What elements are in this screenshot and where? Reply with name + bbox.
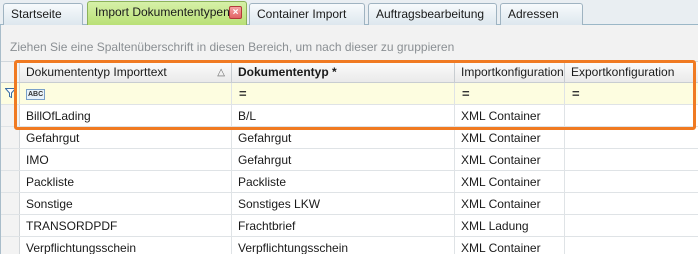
row-indicator[interactable] xyxy=(1,215,20,236)
table-cell[interactable]: BillOfLading xyxy=(20,105,232,126)
table-cell[interactable]: Verpflichtungsschein xyxy=(20,237,232,254)
table-cell[interactable]: Packliste xyxy=(20,171,232,192)
row-indicator[interactable] xyxy=(1,171,20,192)
table-row[interactable]: Verpflichtungsschein Verpflichtungsschei… xyxy=(1,237,698,254)
row-indicator[interactable] xyxy=(1,149,20,170)
tab-adressen[interactable]: Adressen xyxy=(500,3,583,25)
column-header-exportkonfiguration[interactable]: Exportkonfiguration xyxy=(565,62,698,82)
table-cell[interactable]: Sonstige xyxy=(20,193,232,214)
column-header-label: Exportkonfiguration xyxy=(571,65,675,79)
table-cell[interactable]: IMO xyxy=(20,149,232,170)
column-header-importtext[interactable]: Dokumententyp Importtext △ xyxy=(20,62,232,82)
table-cell[interactable] xyxy=(565,127,698,148)
row-indicator[interactable] xyxy=(1,237,20,254)
table-cell[interactable]: XML Ladung xyxy=(455,215,565,236)
table-row[interactable]: IMO Gefahrgut XML Container xyxy=(1,149,698,171)
filter-row: ABC = = = xyxy=(1,83,698,105)
content-area: Ziehen Sie eine Spaltenüberschrift in di… xyxy=(0,25,698,254)
row-indicator[interactable] xyxy=(1,193,20,214)
column-header-importkonfiguration[interactable]: Importkonfiguration xyxy=(455,62,565,82)
grid-header-row: Dokumententyp Importtext △ Dokumententyp… xyxy=(1,62,698,83)
column-header-dokumententyp[interactable]: Dokumententyp * xyxy=(232,62,455,82)
filter-icon xyxy=(5,88,16,98)
sort-ascending-icon: △ xyxy=(217,67,225,78)
table-cell[interactable]: Gefahrgut xyxy=(20,127,232,148)
table-cell[interactable]: Packliste xyxy=(232,171,455,192)
table-cell[interactable] xyxy=(565,237,698,254)
table-cell[interactable]: XML Container xyxy=(455,193,565,214)
table-cell[interactable]: XML Container xyxy=(455,149,565,170)
table-cell[interactable] xyxy=(565,149,698,170)
data-grid: Dokumententyp Importtext △ Dokumententyp… xyxy=(1,62,698,254)
equals-icon[interactable]: = xyxy=(572,87,580,100)
table-cell[interactable]: Verpflichtungsschein xyxy=(232,237,455,254)
equals-icon[interactable]: = xyxy=(462,87,470,100)
group-by-hint: Ziehen Sie eine Spaltenüberschrift in di… xyxy=(10,40,455,54)
table-cell[interactable]: B/L xyxy=(232,105,455,126)
table-row[interactable]: Gefahrgut Gefahrgut XML Container xyxy=(1,127,698,149)
group-by-panel[interactable]: Ziehen Sie eine Spaltenüberschrift in di… xyxy=(1,25,698,62)
table-row[interactable]: Sonstige Sonstiges LKW XML Container xyxy=(1,193,698,215)
tab-label: Import Dokumententypen xyxy=(95,5,230,19)
table-cell[interactable]: XML Container xyxy=(455,105,565,126)
tab-label: Auftragsbearbeitung xyxy=(376,7,485,21)
table-cell[interactable] xyxy=(565,215,698,236)
table-cell[interactable]: Gefahrgut xyxy=(232,127,455,148)
close-icon[interactable]: × xyxy=(229,6,242,19)
filter-cell-importkonfiguration[interactable]: = xyxy=(455,83,565,104)
filter-cell-dokumententyp[interactable]: = xyxy=(232,83,455,104)
table-cell[interactable]: XML Container xyxy=(455,171,565,192)
header-indicator xyxy=(1,62,20,82)
table-cell[interactable]: Gefahrgut xyxy=(232,149,455,170)
table-row[interactable]: BillOfLading B/L XML Container xyxy=(1,105,698,127)
tab-auftragsbearbeitung[interactable]: Auftragsbearbeitung xyxy=(368,3,497,25)
tab-import-dokumententypen[interactable]: Import Dokumententypen × xyxy=(87,1,247,26)
table-cell[interactable]: TRANSORDPDF xyxy=(20,215,232,236)
table-cell[interactable] xyxy=(565,105,698,126)
table-cell[interactable]: Sonstiges LKW xyxy=(232,193,455,214)
tab-startseite[interactable]: Startseite xyxy=(3,3,83,25)
table-row[interactable]: TRANSORDPDF Frachtbrief XML Ladung xyxy=(1,215,698,237)
tab-strip: Startseite Import Dokumententypen × Cont… xyxy=(0,0,698,26)
tab-label: Startseite xyxy=(11,7,62,21)
filter-cell-exportkonfiguration[interactable]: = xyxy=(565,83,698,104)
table-cell[interactable]: XML Container xyxy=(455,127,565,148)
equals-icon[interactable]: = xyxy=(239,87,247,100)
row-indicator[interactable] xyxy=(1,105,20,126)
table-row[interactable]: Packliste Packliste XML Container xyxy=(1,171,698,193)
table-cell[interactable] xyxy=(565,193,698,214)
table-cell[interactable] xyxy=(565,171,698,192)
column-header-label: Importkonfiguration xyxy=(461,65,564,79)
tab-container-import[interactable]: Container Import xyxy=(249,3,365,25)
table-cell[interactable]: XML Container xyxy=(455,237,565,254)
filter-cell-importtext[interactable]: ABC xyxy=(20,83,232,104)
row-indicator[interactable] xyxy=(1,127,20,148)
filter-row-indicator xyxy=(1,83,20,104)
column-header-label: Dokumententyp * xyxy=(238,65,337,79)
abc-icon[interactable]: ABC xyxy=(26,89,46,100)
tab-label: Container Import xyxy=(257,7,347,21)
column-header-label: Dokumententyp Importtext xyxy=(26,65,167,79)
table-cell[interactable]: Frachtbrief xyxy=(232,215,455,236)
tab-label: Adressen xyxy=(508,7,559,21)
